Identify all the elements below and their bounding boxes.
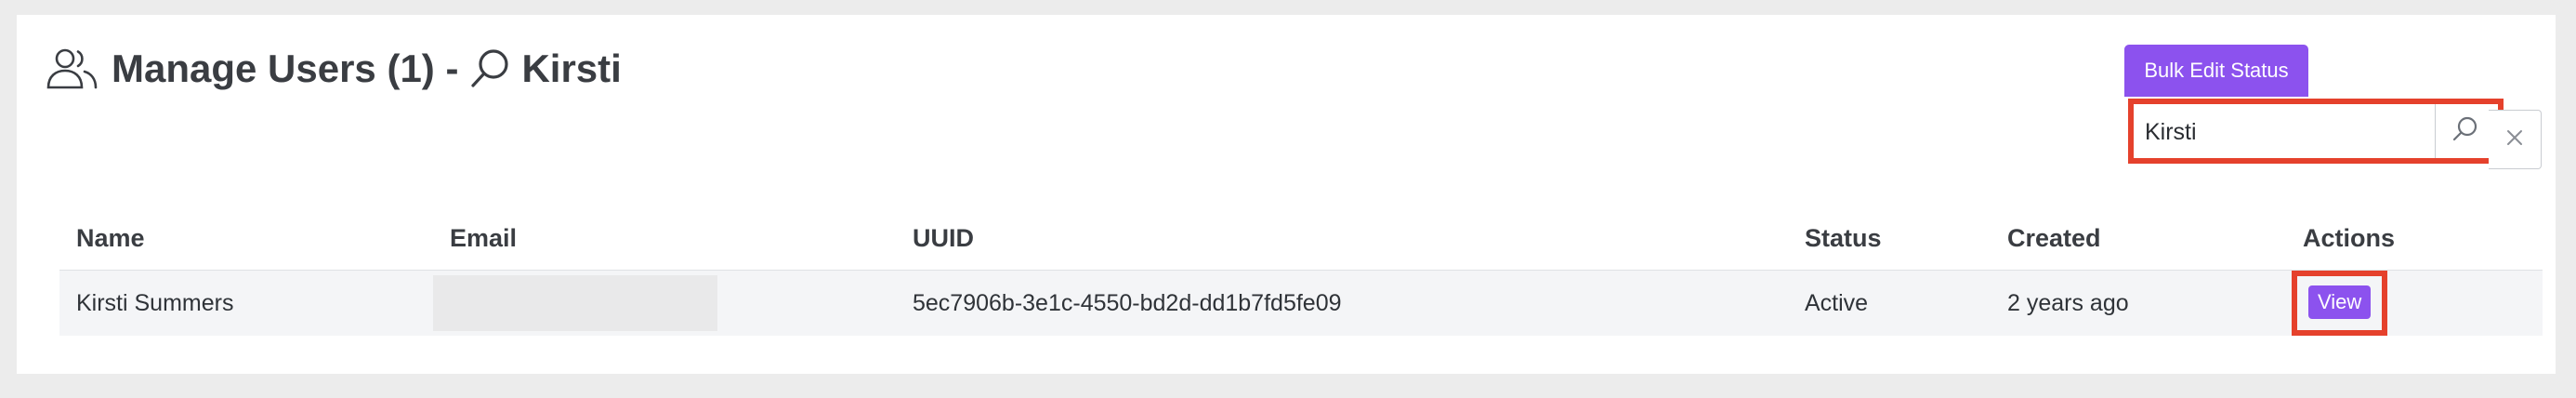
column-header-status[interactable]: Status [1788, 206, 1991, 271]
column-header-email[interactable]: Email [433, 206, 896, 271]
users-icon [45, 46, 112, 92]
search-input[interactable] [2143, 110, 2416, 154]
user-status-cell: Active [1788, 270, 1991, 336]
page-title: Manage Users (1) - Kirsti [45, 43, 622, 95]
user-actions-cell: View [2286, 270, 2543, 336]
users-table: Name Email UUID Status Created Actions K… [59, 206, 2543, 336]
view-button-highlight: View [2292, 271, 2388, 336]
column-header-name[interactable]: Name [59, 206, 433, 271]
column-header-actions: Actions [2303, 223, 2396, 252]
user-uuid-cell: 5ec7906b-3e1c-4550-bd2d-dd1b7fd5fe09 [896, 270, 1788, 336]
clear-search-button[interactable] [2489, 110, 2542, 169]
table-header-row: Name Email UUID Status Created Actions [59, 206, 2543, 271]
column-header-created[interactable]: Created [1991, 206, 2286, 271]
page-title-search-term: Kirsti [521, 46, 622, 90]
table-row: Kirsti Summers 5ec7906b-3e1c-4550-bd2d-d… [59, 270, 2543, 336]
user-email-cell [433, 270, 896, 336]
search-icon [2451, 115, 2479, 148]
user-name-cell: Kirsti Summers [59, 270, 433, 336]
user-created-cell: 2 years ago [1991, 270, 2286, 336]
column-header-uuid[interactable]: UUID [896, 206, 1788, 271]
users-card: Manage Users (1) - Kirsti Bulk Edit Stat… [17, 15, 2556, 374]
close-icon [2504, 127, 2525, 153]
search-icon [458, 47, 521, 90]
search-box [2128, 99, 2504, 164]
email-redacted-block [433, 275, 717, 331]
view-user-button[interactable]: View [2308, 285, 2372, 319]
search-button[interactable] [2435, 104, 2495, 158]
page-title-text: Manage Users (1) - [112, 46, 459, 90]
bulk-edit-status-button[interactable]: Bulk Edit Status [2124, 45, 2308, 97]
